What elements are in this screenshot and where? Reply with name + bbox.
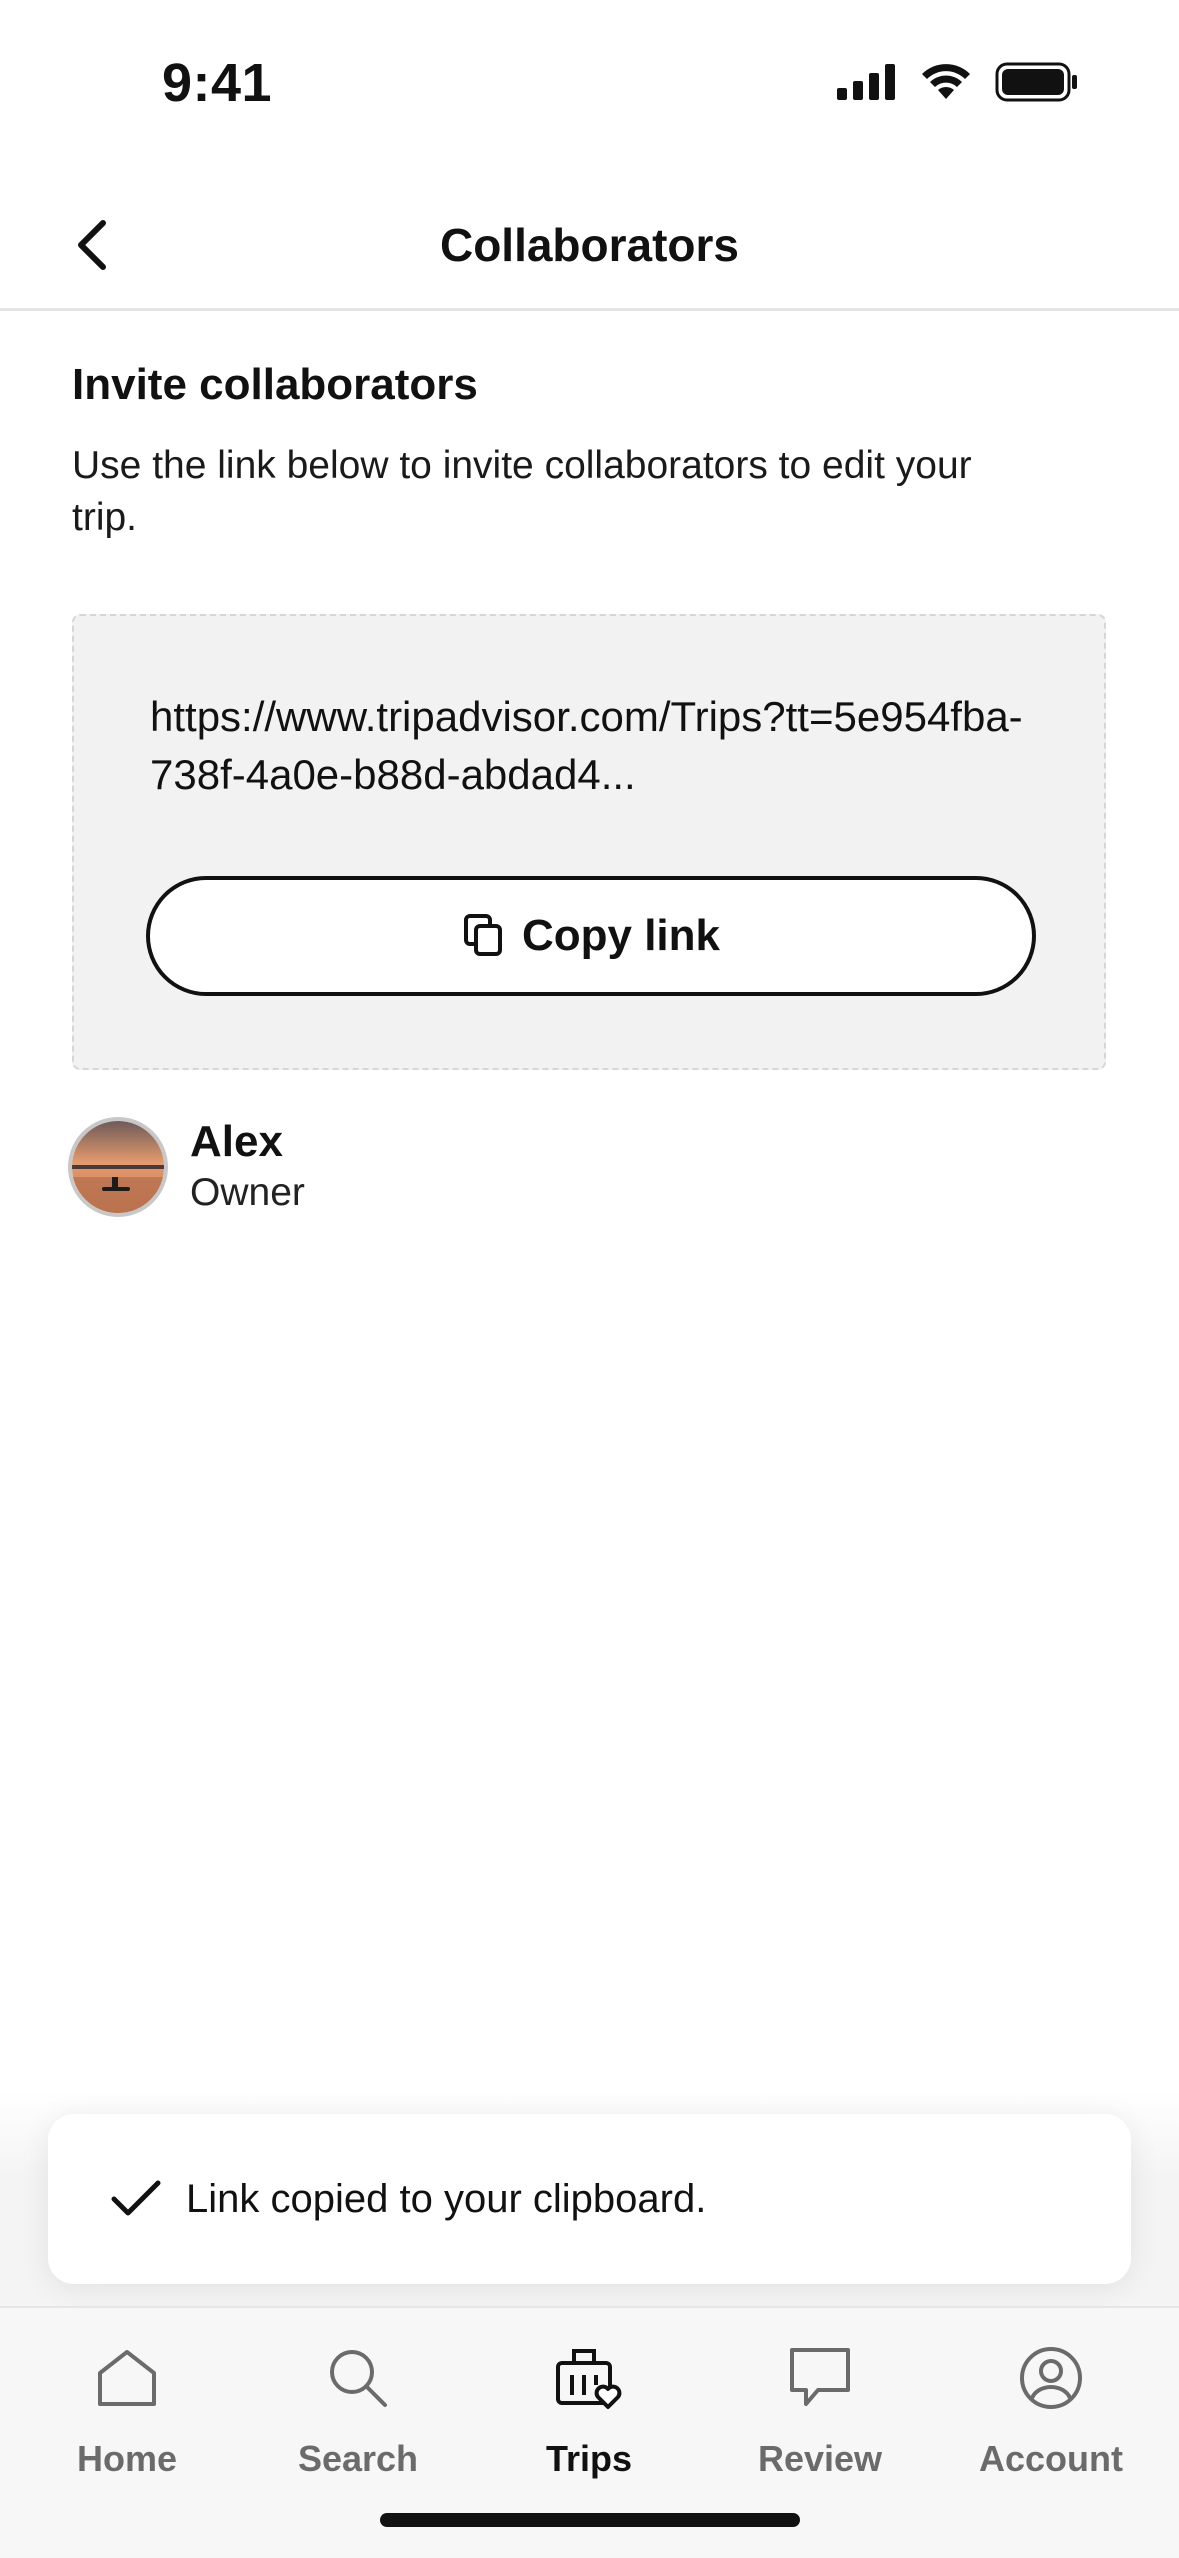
avatar-photo [72,1121,164,1213]
tab-label-home: Home [76,2438,178,2479]
tab-trips[interactable]: Trips [489,2338,689,2480]
collaborator-role: Owner [190,1171,305,1214]
invite-section-title: Invite collaborators [72,360,478,409]
invite-description: Use the link below to invite collaborato… [72,444,972,539]
copy-link-button[interactable]: Copy link [146,876,1036,996]
trips-icon [549,2338,629,2418]
page-title: Collaborators [439,219,740,271]
checkmark-icon [106,2169,166,2229]
tab-label-search: Search [297,2438,419,2479]
nav-header: Collaborators [0,180,1179,311]
invite-link-box: https://www.tripadvisor.com/Trips?tt=5e9… [72,614,1106,1070]
collaborator-row: Alex Owner [68,1116,305,1218]
tab-label-account: Account [979,2438,1123,2479]
battery-icon [995,62,1077,102]
collaborator-name: Alex [190,1117,283,1166]
search-icon [318,2338,398,2418]
copy-icon [463,914,502,956]
status-time: 9:41 [162,53,273,113]
cellular-signal-icon [837,64,895,100]
account-icon [1011,2338,1091,2418]
toast: Link copied to your clipboard. [48,2114,1131,2284]
wifi-icon [922,64,970,99]
home-indicator [380,2513,800,2527]
review-icon [780,2338,860,2418]
tab-home[interactable]: Home [27,2338,227,2480]
status-bar: 9:41 [0,0,1179,150]
copy-link-label: Copy link [521,911,721,960]
collaborator-info: Alex Owner [190,1116,305,1218]
tab-label-trips: Trips [545,2438,633,2479]
toast-message: Link copied to your clipboard. [186,2176,707,2221]
avatar [68,1117,168,1217]
tab-label-review: Review [757,2438,883,2479]
tab-account[interactable]: Account [951,2338,1151,2480]
tab-search[interactable]: Search [258,2338,458,2480]
home-icon [87,2338,167,2418]
tab-review[interactable]: Review [720,2338,920,2480]
status-icons [837,62,1079,102]
invite-link-text[interactable]: https://www.tripadvisor.com/Trips?tt=5e9… [150,688,1030,804]
